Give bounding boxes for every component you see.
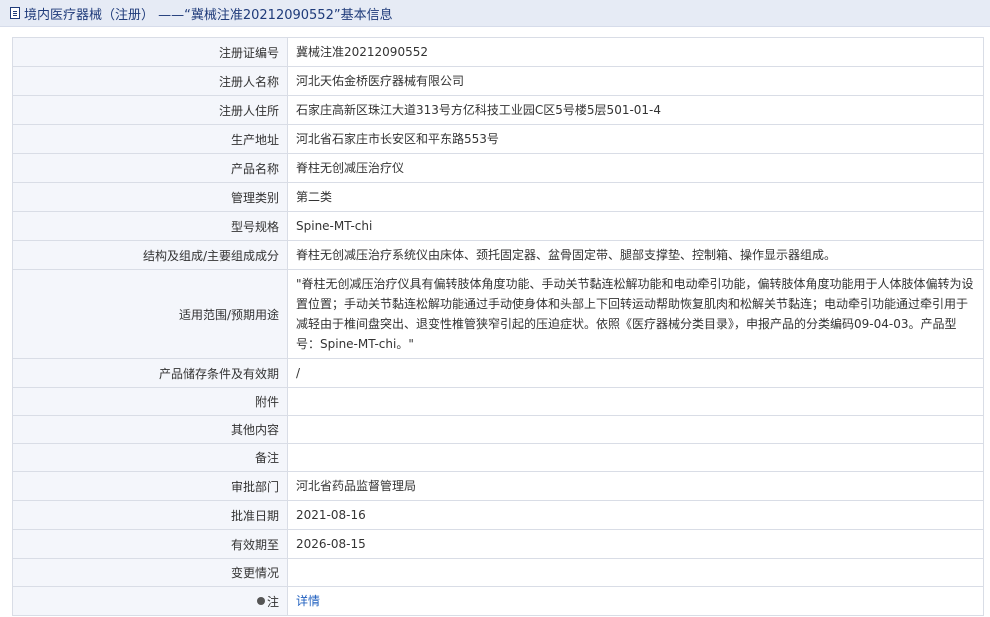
field-value (287, 387, 984, 416)
field-label: 生产地址 (12, 124, 288, 154)
note-row: 注 详情 (12, 586, 984, 616)
note-value-cell: 详情 (287, 586, 984, 616)
page-title: 境内医疗器械（注册） ——“冀械注准20212090552”基本信息 (24, 7, 393, 23)
table-row: 变更情况 (12, 558, 984, 587)
table-row: 有效期至 2026-08-15 (12, 529, 984, 559)
table-row: 注册证编号 冀械注准20212090552 (12, 37, 984, 67)
note-label-cell: 注 (12, 586, 288, 616)
table-row: 适用范围/预期用途 "脊柱无创减压治疗仪具有偏转肢体角度功能、手动关节黏连松解功… (12, 269, 984, 359)
table-row: 注册人名称 河北天佑金桥医疗器械有限公司 (12, 66, 984, 96)
field-value (287, 443, 984, 472)
field-label: 变更情况 (12, 558, 288, 587)
table-row: 产品名称 脊柱无创减压治疗仪 (12, 153, 984, 183)
field-label: 型号规格 (12, 211, 288, 241)
field-value: 河北省石家庄市长安区和平东路553号 (287, 124, 984, 154)
field-value: 第二类 (287, 182, 984, 212)
field-value: 脊柱无创减压治疗系统仪由床体、颈托固定器、盆骨固定带、腿部支撑垫、控制箱、操作显… (287, 240, 984, 270)
info-table: 注册证编号 冀械注准20212090552 注册人名称 河北天佑金桥医疗器械有限… (12, 37, 984, 616)
field-label: 注册人名称 (12, 66, 288, 96)
field-value: 2026-08-15 (287, 529, 984, 559)
field-label: 有效期至 (12, 529, 288, 559)
field-value: 河北天佑金桥医疗器械有限公司 (287, 66, 984, 96)
field-value: Spine-MT-chi (287, 211, 984, 241)
field-label: 注册人住所 (12, 95, 288, 125)
document-icon (10, 7, 20, 19)
field-label: 批准日期 (12, 500, 288, 530)
table-row: 附件 (12, 387, 984, 416)
field-label: 产品名称 (12, 153, 288, 183)
field-label: 附件 (12, 387, 288, 416)
table-row: 审批部门 河北省药品监督管理局 (12, 471, 984, 501)
field-value: 石家庄高新区珠江大道313号方亿科技工业园C区5号楼5层501-01-4 (287, 95, 984, 125)
table-row: 备注 (12, 443, 984, 472)
field-value: 河北省药品监督管理局 (287, 471, 984, 501)
note-label: 注 (266, 594, 279, 609)
table-row: 结构及组成/主要组成成分 脊柱无创减压治疗系统仪由床体、颈托固定器、盆骨固定带、… (12, 240, 984, 270)
field-label: 产品储存条件及有效期 (12, 358, 288, 388)
page-header: 境内医疗器械（注册） ——“冀械注准20212090552”基本信息 (0, 0, 990, 27)
table-row: 注册人住所 石家庄高新区珠江大道313号方亿科技工业园C区5号楼5层501-01… (12, 95, 984, 125)
table-row: 管理类别 第二类 (12, 182, 984, 212)
table-row: 产品储存条件及有效期 / (12, 358, 984, 388)
field-label: 其他内容 (12, 415, 288, 444)
field-value: "脊柱无创减压治疗仪具有偏转肢体角度功能、手动关节黏连松解功能和电动牵引功能，偏… (287, 269, 984, 359)
field-value (287, 558, 984, 587)
field-label: 审批部门 (12, 471, 288, 501)
table-row: 其他内容 (12, 415, 984, 444)
table-row: 生产地址 河北省石家庄市长安区和平东路553号 (12, 124, 984, 154)
field-label: 管理类别 (12, 182, 288, 212)
table-row: 批准日期 2021-08-16 (12, 500, 984, 530)
field-value: 脊柱无创减压治疗仪 (287, 153, 984, 183)
details-link[interactable]: 详情 (296, 594, 320, 608)
field-label: 注册证编号 (12, 37, 288, 67)
field-label: 备注 (12, 443, 288, 472)
field-label: 适用范围/预期用途 (12, 269, 288, 359)
table-row: 型号规格 Spine-MT-chi (12, 211, 984, 241)
field-value (287, 415, 984, 444)
field-value: / (287, 358, 984, 388)
field-value: 2021-08-16 (287, 500, 984, 530)
info-panel: 注册证编号 冀械注准20212090552 注册人名称 河北天佑金桥医疗器械有限… (0, 27, 990, 616)
field-value: 冀械注准20212090552 (287, 37, 984, 67)
lightbulb-icon (256, 597, 265, 605)
field-label: 结构及组成/主要组成成分 (12, 240, 288, 270)
